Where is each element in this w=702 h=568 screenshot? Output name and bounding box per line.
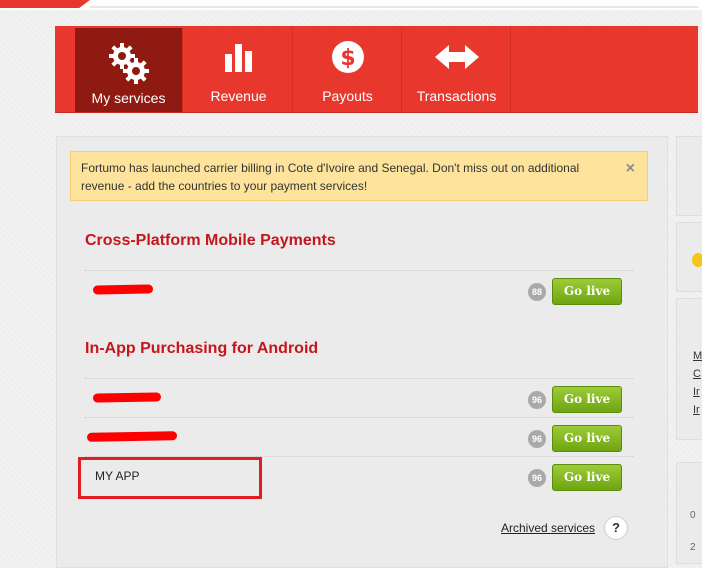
announcement-text: Fortumo has launched carrier billing in … <box>81 161 580 193</box>
side-link[interactable]: Ir <box>693 404 700 416</box>
nav-label: Payouts <box>322 88 373 104</box>
top-strip <box>0 0 702 10</box>
nav-transactions[interactable]: Transactions <box>403 26 511 112</box>
side-link[interactable]: C <box>693 368 701 380</box>
go-live-button[interactable]: Go live <box>552 464 622 491</box>
brand-wedge <box>0 0 90 8</box>
nav-label: My services <box>91 90 166 106</box>
announcement-banner: Fortumo has launched carrier billing in … <box>70 151 648 201</box>
gears-icon <box>107 42 151 91</box>
service-row: 88 Go live <box>85 270 633 309</box>
side-link[interactable]: M <box>693 350 702 362</box>
redaction-scribble <box>86 431 178 442</box>
side-text: 2 <box>690 542 696 553</box>
go-live-button[interactable]: Go live <box>552 278 622 305</box>
bar-chart-icon <box>223 40 255 79</box>
service-row: 96 Go live <box>85 417 633 456</box>
service-row: 96 Go live <box>85 378 633 417</box>
score-badge: 96 <box>528 430 546 448</box>
svg-text:$: $ <box>340 46 355 71</box>
smiley-icon <box>692 253 702 267</box>
nav-revenue[interactable]: Revenue <box>185 26 293 112</box>
score-badge: 96 <box>528 391 546 409</box>
side-panel-1 <box>676 136 702 216</box>
top-rule <box>90 6 698 8</box>
help-icon[interactable]: ? <box>604 516 628 540</box>
score-badge: 88 <box>528 283 546 301</box>
nav-my-services[interactable]: My services <box>75 28 183 112</box>
nav-payouts[interactable]: $ Payouts <box>294 26 402 112</box>
side-link[interactable]: Ir <box>693 386 700 398</box>
section-title-cross-platform: Cross-Platform Mobile Payments <box>85 232 336 249</box>
redaction-scribble <box>92 284 154 295</box>
highlight-box <box>78 457 262 499</box>
side-text: 0 <box>690 510 696 521</box>
redaction-scribble <box>92 392 162 403</box>
two-way-arrow-icon <box>433 40 481 79</box>
archived-services-link[interactable]: Archived services <box>501 521 595 535</box>
nav-label: Transactions <box>416 88 497 104</box>
score-badge: 96 <box>528 469 546 487</box>
go-live-button[interactable]: Go live <box>552 386 622 413</box>
side-panel-4 <box>676 462 702 564</box>
main-nav: My services Revenue $ Payouts Transactio… <box>55 26 698 113</box>
section-title-in-app-android: In-App Purchasing for Android <box>85 340 319 357</box>
dollar-coin-icon: $ <box>331 40 365 79</box>
go-live-button[interactable]: Go live <box>552 425 622 452</box>
close-icon[interactable]: × <box>626 160 635 178</box>
nav-label: Revenue <box>210 88 267 104</box>
